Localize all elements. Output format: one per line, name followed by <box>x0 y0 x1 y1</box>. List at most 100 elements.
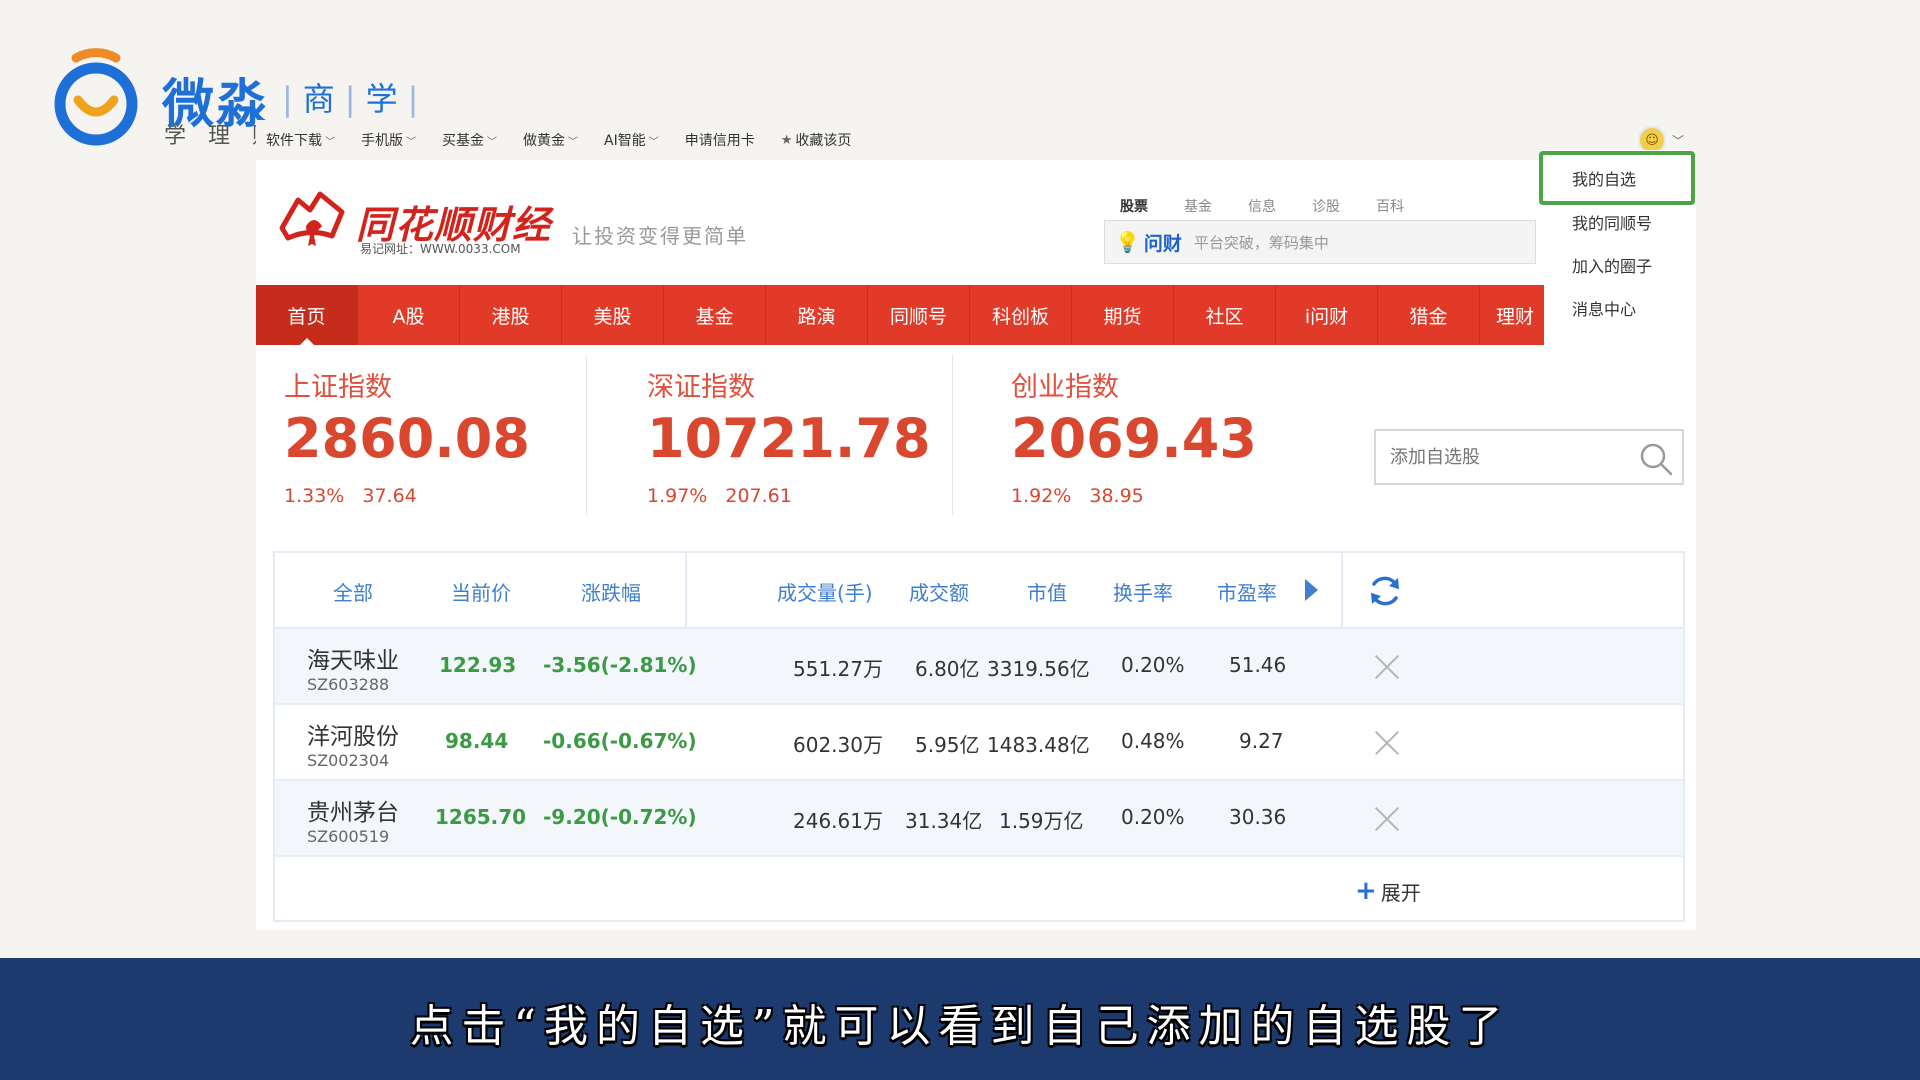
search-tab-info[interactable]: 信息 <box>1248 196 1276 216</box>
lightbulb-icon: 💡 <box>1115 230 1140 254</box>
topnav-software-download[interactable]: 软件下载 ﹀ <box>266 130 335 150</box>
stock-amount: 31.34亿 <box>905 809 983 833</box>
nav-liejin[interactable]: 猎金 <box>1378 285 1480 345</box>
chevron-down-icon[interactable]: ﹀ <box>1672 132 1684 149</box>
menu-item-my-watchlist[interactable]: 我的自选 <box>1544 158 1696 198</box>
table-row[interactable]: 洋河股份 SZ002304 98.44 -0.66(-0.67%) 602.30… <box>275 705 1683 781</box>
stock-change: -3.56(-2.81%) <box>543 653 697 677</box>
index-change: 1.92% 38.95 <box>1011 485 1144 507</box>
table-row[interactable]: 海天味业 SZ603288 122.93 -3.56(-2.81%) 551.2… <box>275 629 1683 705</box>
topnav-buy-fund[interactable]: 买基金 ﹀ <box>442 130 497 150</box>
menu-item-message-center[interactable]: 消息中心 <box>1544 288 1696 328</box>
index-change: 1.97% 207.61 <box>647 485 792 507</box>
search-tab-fund[interactable]: 基金 <box>1184 196 1212 216</box>
index-value: 2069.43 <box>1011 407 1257 470</box>
index-shenzhen[interactable]: 深证指数 10721.78 1.97% 207.61 <box>586 355 931 515</box>
stock-code: SZ002304 <box>307 751 390 770</box>
stock-turnover: 0.48% <box>1121 729 1185 753</box>
col-pe[interactable]: 市盈率 <box>1217 577 1277 606</box>
topnav-credit-card[interactable]: 申请信用卡 <box>685 130 755 150</box>
topnav-bookmark[interactable]: ★ 收藏该页 <box>781 130 852 150</box>
scroll-right-arrow-icon[interactable] <box>1305 579 1318 601</box>
stock-volume: 551.27万 <box>793 657 883 681</box>
search-input[interactable]: 💡 问财 平台突破，筹码集中 <box>1104 220 1536 264</box>
col-amount[interactable]: 成交额 <box>909 577 969 606</box>
nav-fund[interactable]: 基金 <box>664 285 766 345</box>
wencai-brand: 💡 问财 <box>1115 230 1182 255</box>
search-tabs: 股票 基金 信息 诊股 百科 <box>1120 196 1440 216</box>
stock-change: -0.66(-0.67%) <box>543 729 697 753</box>
col-volume[interactable]: 成交量(手) <box>777 577 873 606</box>
nav-tonghuashun-account[interactable]: 同顺号 <box>868 285 970 345</box>
stock-volume: 246.61万 <box>793 809 883 833</box>
tonghuashun-logo-icon[interactable] <box>276 188 346 254</box>
menu-item-my-tonghuashun-account[interactable]: 我的同顺号 <box>1544 202 1696 242</box>
nav-futures[interactable]: 期货 <box>1072 285 1174 345</box>
stock-code: SZ600519 <box>307 827 390 846</box>
nav-community[interactable]: 社区 <box>1174 285 1276 345</box>
remove-stock-icon[interactable] <box>1373 653 1401 681</box>
nav-wealth[interactable]: 理财 <box>1480 285 1546 345</box>
search-tab-stock[interactable]: 股票 <box>1120 196 1148 216</box>
topnav-gold[interactable]: 做黄金 ﹀ <box>523 130 578 150</box>
index-name: 创业指数 <box>1011 372 1119 403</box>
star-icon: ★ <box>780 132 793 148</box>
search-tab-wiki[interactable]: 百科 <box>1376 196 1404 216</box>
index-chinext[interactable]: 创业指数 2069.43 1.92% 38.95 <box>952 355 1282 515</box>
site-url: 易记网址：WWW.0033.COM <box>360 242 521 256</box>
column-divider <box>685 553 687 629</box>
nav-home[interactable]: 首页 <box>256 285 358 345</box>
add-stock-input[interactable] <box>1390 446 1630 468</box>
col-change[interactable]: 涨跌幅 <box>581 577 641 606</box>
remove-stock-icon[interactable] <box>1373 729 1401 757</box>
stock-market-cap: 3319.56亿 <box>987 657 1090 681</box>
topnav-mobile[interactable]: 手机版 ﹀ <box>361 130 416 150</box>
chevron-down-icon: ﹀ <box>648 136 659 148</box>
nav-star-market[interactable]: 科创板 <box>970 285 1072 345</box>
stock-price: 1265.70 <box>435 805 527 829</box>
refresh-icon[interactable] <box>1367 573 1403 609</box>
topnav-ai[interactable]: AI智能 ﹀ <box>604 130 659 150</box>
chevron-down-icon: ﹀ <box>406 136 416 148</box>
table-header: 全部 当前价 涨跌幅 成交量(手) 成交额 市值 换手率 市盈率 <box>275 553 1683 629</box>
top-nav-items: 软件下载 ﹀ 手机版 ﹀ 买基金 ﹀ 做黄金 ﹀ AI智能 ﹀ 申请信用卡 ★ 收藏该页 <box>266 130 877 150</box>
col-all[interactable]: 全部 <box>333 577 373 606</box>
stock-name[interactable]: 贵州茅台 <box>307 793 399 827</box>
stock-change: -9.20(-0.72%) <box>543 805 697 829</box>
index-value: 10721.78 <box>647 407 931 470</box>
stock-name[interactable]: 洋河股份 <box>307 717 399 751</box>
expand-button[interactable]: + 展开 <box>1355 876 1421 906</box>
index-name: 深证指数 <box>647 372 755 403</box>
stock-volume: 602.30万 <box>793 733 883 757</box>
search-tab-diagnose[interactable]: 诊股 <box>1312 196 1340 216</box>
stock-amount: 5.95亿 <box>915 733 980 757</box>
site-slogan: 让投资变得更简单 <box>572 224 748 248</box>
table-row[interactable]: 贵州茅台 SZ600519 1265.70 -9.20(-0.72%) 246.… <box>275 781 1683 857</box>
nav-roadshow[interactable]: 路演 <box>766 285 868 345</box>
menu-item-joined-circles[interactable]: 加入的圈子 <box>1544 245 1696 285</box>
nav-hk-stocks[interactable]: 港股 <box>460 285 562 345</box>
stock-pe: 51.46 <box>1229 653 1287 677</box>
nav-us-stocks[interactable]: 美股 <box>562 285 664 345</box>
stock-market-cap: 1.59万亿 <box>999 809 1084 833</box>
index-shanghai[interactable]: 上证指数 2860.08 1.33% 37.64 <box>256 355 586 515</box>
nav-iwencai[interactable]: i问财 <box>1276 285 1378 345</box>
col-turnover[interactable]: 换手率 <box>1113 577 1173 606</box>
nav-a-shares[interactable]: A股 <box>358 285 460 345</box>
stock-market-cap: 1483.48亿 <box>987 733 1090 757</box>
col-price[interactable]: 当前价 <box>451 577 511 606</box>
subtitle-band: 点击“我的自选”就可以看到自己添加的自选股了 <box>0 958 1920 1080</box>
watchlist-table: 全部 当前价 涨跌幅 成交量(手) 成交额 市值 换手率 市盈率 海天味业 SZ… <box>273 551 1685 922</box>
search-placeholder: 平台突破，筹码集中 <box>1193 233 1329 252</box>
index-name: 上证指数 <box>284 372 392 403</box>
index-value: 2860.08 <box>284 407 530 470</box>
search-icon[interactable] <box>1638 441 1674 477</box>
top-nav-bar: 软件下载 ﹀ 手机版 ﹀ 买基金 ﹀ 做黄金 ﹀ AI智能 ﹀ 申请信用卡 ★ 收藏该页 ☺… <box>256 120 1696 160</box>
stock-name[interactable]: 海天味业 <box>307 641 399 675</box>
site-header: 同花顺财经 易记网址：WWW.0033.COM 让投资变得更简单 股票 基金 信… <box>256 160 1696 285</box>
col-market-cap[interactable]: 市值 <box>1027 577 1067 606</box>
column-divider <box>1341 553 1343 629</box>
remove-stock-icon[interactable] <box>1373 805 1401 833</box>
add-stock-search[interactable] <box>1374 429 1684 485</box>
chevron-down-icon: ﹀ <box>325 136 335 148</box>
